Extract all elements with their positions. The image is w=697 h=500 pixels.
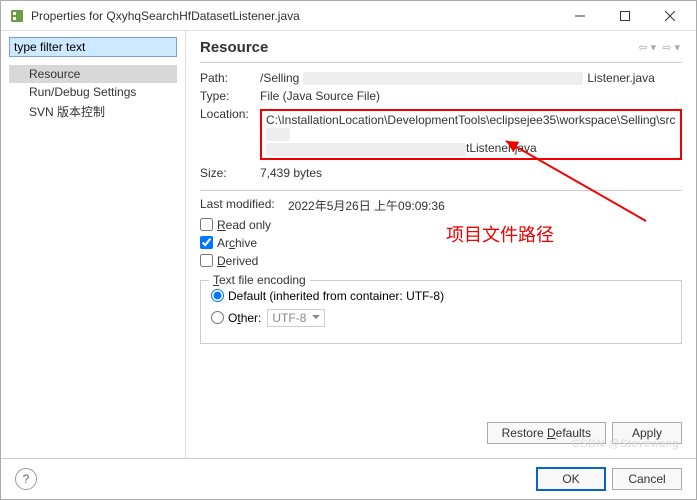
- archive-checkbox[interactable]: [200, 236, 213, 249]
- properties-tree: Resource Run/Debug Settings SVN 版本控制: [9, 65, 177, 122]
- filter-input[interactable]: [9, 37, 177, 57]
- blurred-text: [303, 72, 583, 85]
- path-value: /Selling Listener.java: [260, 71, 682, 85]
- tree-item-run-debug[interactable]: Run/Debug Settings: [9, 83, 177, 101]
- size-value: 7,439 bytes: [260, 166, 682, 180]
- properties-dialog: Properties for QxyhqSearchHfDatasetListe…: [0, 0, 697, 500]
- cancel-button[interactable]: Cancel: [612, 468, 682, 490]
- maximize-button[interactable]: [602, 2, 647, 30]
- main-panel: Resource ⇦ ▾ ⇨ ▾ Path: /Selling Listener…: [186, 31, 696, 458]
- last-modified-label: Last modified:: [200, 197, 288, 214]
- tree-item-svn[interactable]: SVN 版本控制: [9, 101, 177, 122]
- type-label: Type:: [200, 89, 260, 103]
- window-title: Properties for QxyhqSearchHfDatasetListe…: [31, 9, 557, 23]
- help-button[interactable]: ?: [15, 468, 37, 490]
- ok-button[interactable]: OK: [536, 467, 606, 491]
- back-icon[interactable]: ⇦ ▾: [636, 41, 658, 54]
- encoding-default-radio[interactable]: [211, 289, 224, 302]
- minimize-button[interactable]: [557, 2, 602, 30]
- encoding-default-label: Default (inherited from container: UTF-8…: [228, 289, 444, 303]
- close-button[interactable]: [647, 2, 692, 30]
- location-value: C:\InstallationLocation\DevelopmentTools…: [260, 109, 682, 160]
- encoding-other-label: Other:: [228, 311, 261, 325]
- watermark: CSDN @Stevewang: [572, 438, 679, 450]
- encoding-group-label: Text file encoding: [209, 273, 310, 287]
- forward-icon[interactable]: ⇨ ▾: [660, 41, 682, 54]
- properties-icon: [9, 8, 25, 24]
- archive-label: Archive: [217, 236, 257, 250]
- titlebar: Properties for QxyhqSearchHfDatasetListe…: [1, 1, 696, 31]
- derived-label: Derived: [217, 254, 258, 268]
- encoding-group: Text file encoding Default (inherited fr…: [200, 280, 682, 344]
- read-only-checkbox[interactable]: [200, 218, 213, 231]
- nav-arrows: ⇦ ▾ ⇨ ▾: [636, 41, 682, 54]
- type-value: File (Java Source File): [260, 89, 682, 103]
- page-heading: Resource: [200, 39, 636, 56]
- annotation-label: 项目文件路径: [446, 221, 554, 247]
- path-label: Path:: [200, 71, 260, 85]
- encoding-select[interactable]: UTF-8: [267, 309, 325, 327]
- sidebar: Resource Run/Debug Settings SVN 版本控制: [1, 31, 186, 458]
- derived-checkbox[interactable]: [200, 254, 213, 267]
- location-label: Location:: [200, 107, 260, 121]
- footer: ? OK Cancel: [1, 458, 696, 499]
- last-modified-value: 2022年5月26日 上午09:09:36: [288, 197, 682, 214]
- encoding-other-radio[interactable]: [211, 311, 224, 324]
- read-only-label: RRead onlyead only: [217, 218, 271, 232]
- size-label: Size:: [200, 166, 260, 180]
- tree-item-resource[interactable]: Resource: [9, 65, 177, 83]
